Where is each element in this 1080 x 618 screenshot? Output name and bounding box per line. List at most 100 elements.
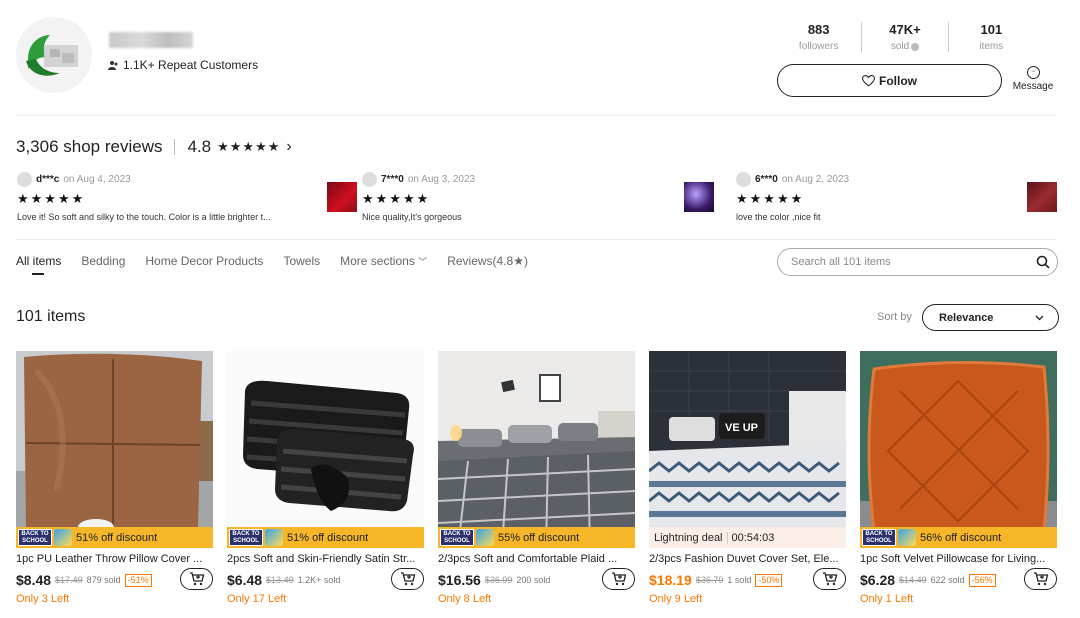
- promo-text: 51% off discount: [76, 531, 158, 544]
- message-button[interactable]: ··· Message: [1010, 66, 1056, 92]
- chevron-down-icon: [1035, 315, 1044, 320]
- search-input[interactable]: [777, 248, 1058, 276]
- add-to-cart-button[interactable]: [180, 568, 213, 590]
- deal-timer: 00:54:03: [726, 531, 774, 544]
- stat-label: sold: [862, 41, 947, 52]
- info-icon[interactable]: [911, 42, 920, 51]
- reviews-count: 3,306 shop reviews: [16, 137, 163, 156]
- separator: [174, 139, 176, 155]
- stat-label: followers: [798, 41, 839, 52]
- plaid-duvet-image: [438, 351, 635, 548]
- product-title[interactable]: 2pcs Soft and Skin-Friendly Satin Str...: [227, 553, 424, 565]
- review-photo[interactable]: [684, 182, 714, 212]
- stock-left: Only 3 Left: [16, 593, 70, 605]
- product-card[interactable]: VE UP Lightning deal 00:54:03 2/3pcs Fas…: [649, 351, 846, 605]
- review-card[interactable]: d***c on Aug 4, 2023 ★★★★★ Love it! So so…: [17, 172, 357, 228]
- add-to-cart-button[interactable]: [391, 568, 424, 590]
- back-to-school-badge: BACK TO SCHOOL: [440, 529, 474, 546]
- price-row: $6.28 $14.49 622 sold -56%: [860, 568, 1057, 590]
- promo-icon: [265, 529, 283, 546]
- product-card[interactable]: BACK TO SCHOOL 51% off discount 1pc PU Le…: [16, 351, 213, 605]
- product-title[interactable]: 1pc Soft Velvet Pillowcase for Living...: [860, 553, 1057, 565]
- product-title[interactable]: 2/3pcs Soft and Comfortable Plaid ...: [438, 553, 635, 565]
- product-image[interactable]: VE UP Lightning deal 00:54:03: [649, 351, 846, 548]
- discount-badge: -56%: [968, 573, 996, 587]
- promo-banner: BACK TO SCHOOL 51% off discount: [227, 527, 424, 548]
- review-user: d***c: [36, 174, 60, 185]
- product-image[interactable]: BACK TO SCHOOL 56% off discount: [860, 351, 1057, 548]
- reviews-rating: 4.8: [187, 137, 212, 156]
- avatar: [362, 172, 377, 187]
- review-card[interactable]: 7***0 on Aug 3, 2023 ★★★★★ Nice quality,I…: [362, 172, 714, 228]
- cart-icon: [189, 572, 204, 586]
- shop-name[interactable]: [109, 32, 193, 48]
- sold-count: 1 sold: [727, 575, 752, 585]
- price: $18.19: [649, 572, 692, 588]
- product-card[interactable]: BACK TO SCHOOL 51% off discount 2pcs Soft…: [227, 351, 424, 605]
- promo-icon: [476, 529, 494, 546]
- shop-logo: [16, 17, 92, 93]
- fashion-duvet-image: VE UP: [649, 351, 846, 548]
- review-date: on Aug 2, 2023: [781, 174, 850, 185]
- sold-count: 879 sold: [86, 575, 121, 585]
- promo-banner: BACK TO SCHOOL 51% off discount: [16, 527, 213, 548]
- sort-value: Relevance: [939, 311, 994, 324]
- cart-icon: [611, 572, 626, 586]
- follow-label: Follow: [879, 73, 917, 88]
- repeat-customers: 1.1K+ Repeat Customers: [108, 58, 258, 72]
- svg-text:VE UP: VE UP: [725, 422, 758, 434]
- stat-value: 883: [807, 22, 830, 37]
- tab-reviews[interactable]: Reviews(4.8★): [447, 254, 528, 268]
- promo-banner: BACK TO SCHOOL 55% off discount: [438, 527, 635, 548]
- price-row: $8.48 $17.49 879 sold -51%: [16, 568, 213, 590]
- original-price: $14.49: [899, 575, 927, 585]
- promo-icon: [898, 529, 916, 546]
- stock-left: Only 17 Left: [227, 593, 287, 605]
- product-card[interactable]: BACK TO SCHOOL 55% off discount 2/3pcs So…: [438, 351, 635, 605]
- velvet-pillowcase-image: [860, 351, 1057, 548]
- sort-select[interactable]: Relevance: [922, 304, 1059, 331]
- avatar: [736, 172, 751, 187]
- price-row: $18.19 $36.79 1 sold -50%: [649, 568, 846, 590]
- follow-button[interactable]: Follow: [777, 64, 1002, 97]
- search-icon[interactable]: [1035, 254, 1051, 270]
- back-to-school-badge: BACK TO SCHOOL: [229, 529, 263, 546]
- reviews-header[interactable]: 3,306 shop reviews 4.8 ★★★★★ ›: [16, 137, 292, 157]
- leather-pillow-image: [16, 351, 213, 548]
- review-date: on Aug 3, 2023: [407, 174, 476, 185]
- product-image[interactable]: BACK TO SCHOOL 51% off discount: [16, 351, 213, 548]
- tab-bedding[interactable]: Bedding: [81, 254, 125, 268]
- review-photo[interactable]: [327, 182, 357, 212]
- tab-all-items[interactable]: All items: [16, 254, 61, 275]
- promo-text: 55% off discount: [498, 531, 580, 544]
- promo-text: 56% off discount: [920, 531, 1002, 544]
- add-to-cart-button[interactable]: [813, 568, 846, 590]
- satin-pillowcase-image: [227, 351, 424, 548]
- review-photo[interactable]: [1027, 182, 1057, 212]
- tab-towels[interactable]: Towels: [283, 254, 320, 268]
- promo-banner: BACK TO SCHOOL 56% off discount: [860, 527, 1057, 548]
- original-price: $17.49: [55, 575, 83, 585]
- product-image[interactable]: BACK TO SCHOOL 51% off discount: [227, 351, 424, 548]
- discount-badge: -51%: [124, 573, 152, 587]
- add-to-cart-button[interactable]: [602, 568, 635, 590]
- review-card[interactable]: 6***0 on Aug 2, 2023 ★★★★★ love the color…: [736, 172, 1057, 228]
- review-user: 6***0: [755, 174, 778, 185]
- product-title[interactable]: 1pc PU Leather Throw Pillow Cover ...: [16, 553, 213, 565]
- divider: [16, 115, 1056, 116]
- sold-count: 1.2K+ sold: [297, 575, 341, 585]
- tab-more-sections[interactable]: More sections ﹀: [340, 254, 427, 268]
- stat-items: 101 items: [947, 22, 1034, 52]
- stat-sold: 47K+ sold: [861, 22, 947, 52]
- avatar: [17, 172, 32, 187]
- product-title[interactable]: 2/3pcs Fashion Duvet Cover Set, Ele...: [649, 553, 846, 565]
- repeat-customers-label: 1.1K+ Repeat Customers: [123, 58, 259, 72]
- price-row: $6.48 $13.49 1.2K+ sold: [227, 568, 424, 590]
- section-tabs: All items Bedding Home Decor Products To…: [16, 254, 548, 275]
- review-stars: ★★★★★: [362, 191, 431, 206]
- add-to-cart-button[interactable]: [1024, 568, 1057, 590]
- product-image[interactable]: BACK TO SCHOOL 55% off discount: [438, 351, 635, 548]
- stat-label: items: [979, 41, 1004, 52]
- tab-home-decor[interactable]: Home Decor Products: [145, 254, 263, 268]
- product-card[interactable]: BACK TO SCHOOL 56% off discount 1pc Soft …: [860, 351, 1057, 605]
